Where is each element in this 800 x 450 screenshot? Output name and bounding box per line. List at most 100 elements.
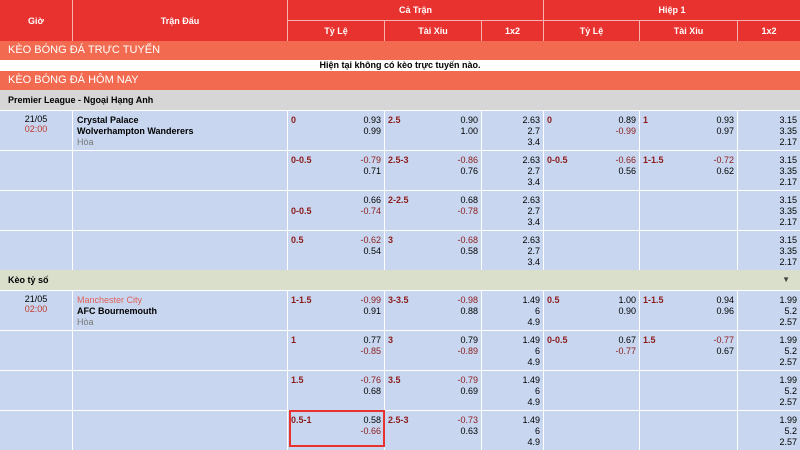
section-correct-score[interactable]: Kèo tỷ số ▼ (0, 270, 800, 290)
half-over-under-odds-home[interactable]: -0.77 (713, 335, 734, 345)
half-odds-1x2-away[interactable]: 3.35 (779, 166, 797, 176)
half-over-under-odds-away[interactable]: 0.97 (716, 126, 734, 136)
half-odds-1x2-draw[interactable]: 2.57 (779, 397, 797, 407)
half-handicap-odds-home[interactable]: 1.00 (618, 295, 636, 305)
handicap-odds-home[interactable]: 0.93 (363, 115, 381, 125)
odds-1x2-home[interactable]: 1.49 (522, 335, 540, 345)
odds-1x2-draw[interactable]: 3.4 (527, 177, 540, 187)
over-under-odds-home[interactable]: -0.68 (457, 235, 478, 245)
odds-1x2-draw[interactable]: 3.4 (527, 217, 540, 227)
half-handicap-odds-away[interactable]: 0.56 (618, 166, 636, 176)
half-odds-1x2-draw[interactable]: 2.17 (779, 137, 797, 147)
odds-1x2-home[interactable]: 1.49 (522, 295, 540, 305)
odds-1x2-home[interactable]: 2.63 (522, 155, 540, 165)
half-odds-1x2-away[interactable]: 5.2 (784, 306, 797, 316)
odds-1x2-away[interactable]: 2.7 (527, 246, 540, 256)
over-under-odds-home[interactable]: 0.90 (460, 115, 478, 125)
handicap-odds-home[interactable]: -0.76 (360, 375, 381, 385)
half-odds-1x2-draw[interactable]: 2.17 (779, 177, 797, 187)
over-under-odds-home[interactable]: -0.86 (457, 155, 478, 165)
over-under-odds-home[interactable]: 0.68 (460, 195, 478, 205)
away-team[interactable]: Wolverhampton Wanderers (77, 126, 194, 136)
half-odds-1x2-draw[interactable]: 2.57 (779, 357, 797, 367)
odds-1x2-away[interactable]: 6 (535, 426, 540, 436)
half-odds-1x2-away[interactable]: 5.2 (784, 426, 797, 436)
half-handicap-odds-home[interactable]: 0.67 (618, 335, 636, 345)
over-under-odds-away[interactable]: 0.76 (460, 166, 478, 176)
half-odds-1x2-home[interactable]: 1.99 (779, 335, 797, 345)
odds-1x2-home[interactable]: 1.49 (522, 415, 540, 425)
half-over-under-odds-home[interactable]: 0.94 (716, 295, 734, 305)
half-odds-1x2-away[interactable]: 5.2 (784, 346, 797, 356)
handicap-odds-home[interactable]: -0.99 (360, 295, 381, 305)
home-team[interactable]: Manchester City (77, 295, 142, 305)
half-odds-1x2-home[interactable]: 3.15 (779, 155, 797, 165)
half-odds-1x2-home[interactable]: 3.15 (779, 115, 797, 125)
handicap-odds-home[interactable]: -0.79 (360, 155, 381, 165)
handicap-odds-away[interactable]: -0.85 (360, 346, 381, 356)
handicap-odds-home[interactable]: 0.66 (363, 195, 381, 205)
half-odds-1x2-away[interactable]: 5.2 (784, 386, 797, 396)
over-under-odds-away[interactable]: 0.63 (460, 426, 478, 436)
odds-1x2-home[interactable]: 2.63 (522, 115, 540, 125)
half-odds-1x2-draw[interactable]: 2.57 (779, 437, 797, 447)
half-odds-1x2-away[interactable]: 3.35 (779, 206, 797, 216)
over-under-odds-away[interactable]: 0.58 (460, 246, 478, 256)
half-odds-1x2-home[interactable]: 1.99 (779, 375, 797, 385)
half-odds-1x2-home[interactable]: 3.15 (779, 235, 797, 245)
away-team[interactable]: AFC Bournemouth (77, 306, 157, 316)
handicap-odds-away[interactable]: 0.99 (363, 126, 381, 136)
odds-1x2-draw[interactable]: 3.4 (527, 257, 540, 267)
half-odds-1x2-home[interactable]: 3.15 (779, 195, 797, 205)
handicap-odds-away[interactable]: 0.68 (363, 386, 381, 396)
handicap-odds-away[interactable]: 0.91 (363, 306, 381, 316)
half-over-under-odds-home[interactable]: 0.93 (716, 115, 734, 125)
odds-1x2-draw[interactable]: 4.9 (527, 437, 540, 447)
half-over-under-odds-away[interactable]: 0.62 (716, 166, 734, 176)
odds-1x2-away[interactable]: 6 (535, 346, 540, 356)
odds-1x2-draw[interactable]: 4.9 (527, 397, 540, 407)
over-under-odds-home[interactable]: 0.79 (460, 335, 478, 345)
half-odds-1x2-home[interactable]: 1.99 (779, 415, 797, 425)
odds-1x2-away[interactable]: 2.7 (527, 126, 540, 136)
half-handicap-odds-away[interactable]: 0.90 (618, 306, 636, 316)
half-odds-1x2-draw[interactable]: 2.17 (779, 257, 797, 267)
over-under-odds-home[interactable]: -0.98 (457, 295, 478, 305)
handicap-odds-away[interactable]: 0.71 (363, 166, 381, 176)
half-over-under-odds-home[interactable]: -0.72 (713, 155, 734, 165)
half-odds-1x2-draw[interactable]: 2.17 (779, 217, 797, 227)
half-handicap-odds-home[interactable]: -0.66 (615, 155, 636, 165)
over-under-odds-away[interactable]: 0.88 (460, 306, 478, 316)
over-under-odds-away[interactable]: -0.78 (457, 206, 478, 216)
handicap-odds-away[interactable]: -0.74 (360, 206, 381, 216)
half-odds-1x2-draw[interactable]: 2.57 (779, 317, 797, 327)
over-under-odds-home[interactable]: -0.79 (457, 375, 478, 385)
odds-1x2-home[interactable]: 2.63 (522, 195, 540, 205)
odds-1x2-home[interactable]: 2.63 (522, 235, 540, 245)
chevron-down-icon[interactable]: ▼ (782, 270, 790, 290)
half-over-under-odds-away[interactable]: 0.67 (716, 346, 734, 356)
half-over-under-odds-away[interactable]: 0.96 (716, 306, 734, 316)
odds-1x2-draw[interactable]: 4.9 (527, 317, 540, 327)
handicap-odds-home[interactable]: -0.62 (360, 235, 381, 245)
odds-1x2-away[interactable]: 2.7 (527, 206, 540, 216)
half-odds-1x2-away[interactable]: 3.35 (779, 126, 797, 136)
half-handicap-odds-away[interactable]: -0.77 (615, 346, 636, 356)
odds-1x2-draw[interactable]: 4.9 (527, 357, 540, 367)
half-odds-1x2-away[interactable]: 3.35 (779, 246, 797, 256)
handicap-odds-away[interactable]: 0.54 (363, 246, 381, 256)
over-under-odds-away[interactable]: -0.89 (457, 346, 478, 356)
half-odds-1x2-home[interactable]: 1.99 (779, 295, 797, 305)
league-header[interactable]: Premier League - Ngoại Hạng Anh (0, 90, 800, 110)
odds-1x2-away[interactable]: 2.7 (527, 166, 540, 176)
half-handicap-odds-away[interactable]: -0.99 (615, 126, 636, 136)
over-under-odds-away[interactable]: 1.00 (460, 126, 478, 136)
over-under-odds-home[interactable]: -0.73 (457, 415, 478, 425)
half-handicap-odds-home[interactable]: 0.89 (618, 115, 636, 125)
odds-1x2-home[interactable]: 1.49 (522, 375, 540, 385)
odds-1x2-away[interactable]: 6 (535, 386, 540, 396)
over-under-odds-away[interactable]: 0.69 (460, 386, 478, 396)
home-team[interactable]: Crystal Palace (77, 115, 139, 125)
odds-1x2-draw[interactable]: 3.4 (527, 137, 540, 147)
odds-1x2-away[interactable]: 6 (535, 306, 540, 316)
